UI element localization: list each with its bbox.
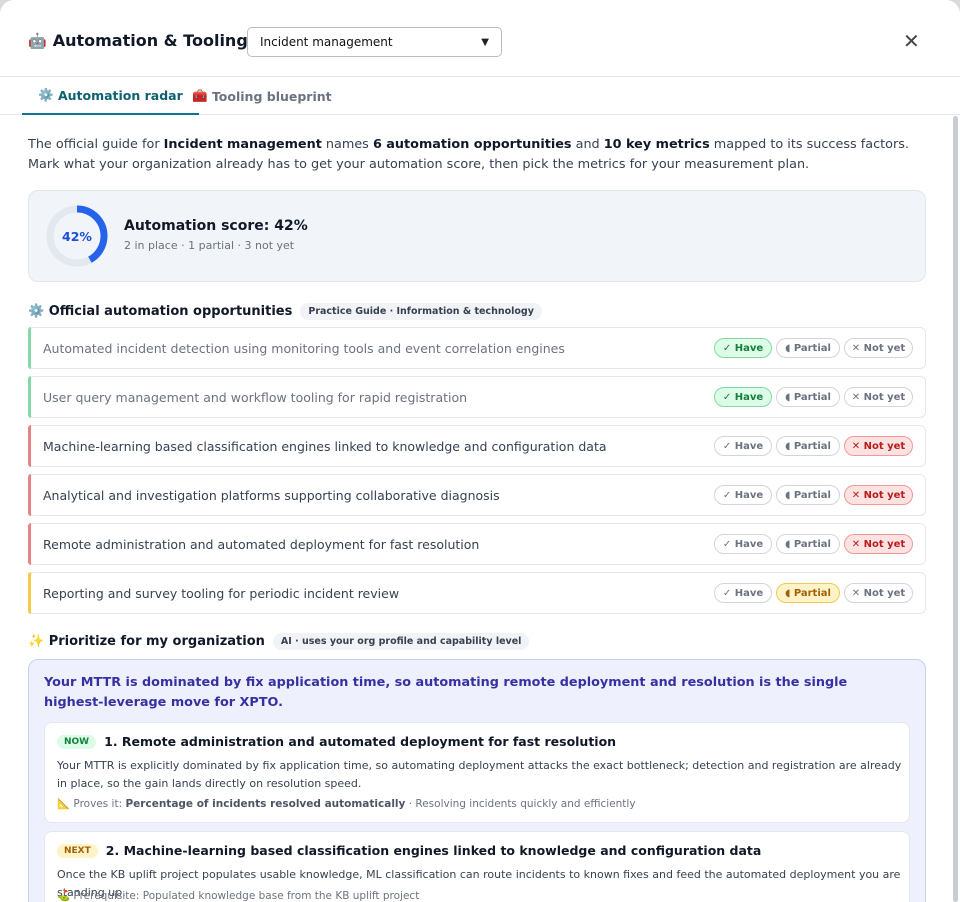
have-button[interactable]: ✓ Have <box>714 436 772 456</box>
have-button[interactable]: ✓ Have <box>714 485 772 505</box>
prioritize-section-header: ✨ Prioritize for my organization AI · us… <box>28 631 926 651</box>
have-button[interactable]: ✓ Have <box>714 338 772 358</box>
tab-label: Tooling blueprint <box>211 88 332 104</box>
modal-title: 🤖 Automation & Tooling <box>28 31 248 50</box>
sparkles-icon: ✨ <box>28 633 45 649</box>
modal-header: 🤖 Automation & Tooling Incident manageme… <box>0 0 960 77</box>
opportunity-row: User query management and workflow tooli… <box>28 376 926 418</box>
tab-label: Automation radar <box>57 87 183 103</box>
score-summary: 2 in place · 1 partial · 3 not yet <box>124 239 295 252</box>
opportunity-label: Automated incident detection using monit… <box>43 340 565 356</box>
flag-icon: ⛳ <box>57 890 71 902</box>
practice-select-value: Incident management <box>260 35 393 49</box>
opportunity-list: Automated incident detection using monit… <box>28 327 926 614</box>
practice-select[interactable]: Incident management ▼ <box>247 27 502 57</box>
recommendation-title: 2. Machine-learning based classification… <box>105 843 762 858</box>
gear-icon: ⚙️ <box>28 303 45 319</box>
not-yet-button[interactable]: ✕ Not yet <box>844 583 913 603</box>
now-badge: NOW <box>57 734 97 749</box>
recommendation-card: NOW 1. Remote administration and automat… <box>44 722 910 823</box>
have-button[interactable]: ✓ Have <box>714 534 772 554</box>
score-title: Automation score: 42% <box>124 218 308 234</box>
score-percent: 42% <box>62 228 92 244</box>
recommendation-card: NEXT 2. Machine-learning based classific… <box>44 831 910 902</box>
close-icon[interactable]: ✕ <box>903 30 920 52</box>
next-badge: NEXT <box>57 843 98 858</box>
opportunity-row: Remote administration and automated depl… <box>28 523 926 565</box>
not-yet-button[interactable]: ✕ Not yet <box>844 534 913 554</box>
opportunity-row: Reporting and survey tooling for periodi… <box>28 572 926 614</box>
opportunity-label: Remote administration and automated depl… <box>43 536 480 552</box>
partial-button[interactable]: ◖ Partial <box>776 485 840 505</box>
not-yet-button[interactable]: ✕ Not yet <box>844 338 913 358</box>
opportunities-section-header: ⚙️ Official automation opportunities Pra… <box>28 301 926 321</box>
recommendation-title: 1. Remote administration and automated d… <box>104 734 617 749</box>
tab-tooling-blueprint[interactable]: 🧰 Tooling blueprint <box>192 77 332 115</box>
source-chip: Practice Guide · Information & technolog… <box>300 302 542 320</box>
partial-button[interactable]: ◖ Partial <box>776 338 840 358</box>
opportunity-label: Analytical and investigation platforms s… <box>43 487 500 503</box>
status-toggle-group: ✓ Have ◖ Partial ✕ Not yet <box>714 583 913 603</box>
triangle-ruler-icon: 📐 <box>57 798 71 810</box>
automation-tooling-modal: 🤖 Automation & Tooling Incident manageme… <box>0 0 960 902</box>
not-yet-button[interactable]: ✕ Not yet <box>844 485 913 505</box>
partial-button[interactable]: ◖ Partial <box>776 436 840 456</box>
status-toggle-group: ✓ Have ◖ Partial ✕ Not yet <box>714 485 913 505</box>
opportunity-label: User query management and workflow tooli… <box>43 389 468 405</box>
partial-button[interactable]: ◖ Partial <box>776 534 840 554</box>
toolbox-icon: 🧰 <box>192 88 208 103</box>
tab-automation-radar[interactable]: ⚙️ Automation radar <box>22 77 199 115</box>
not-yet-button[interactable]: ✕ Not yet <box>844 436 913 456</box>
opportunity-label: Reporting and survey tooling for periodi… <box>43 585 400 601</box>
opportunity-row: Analytical and investigation platforms s… <box>28 474 926 516</box>
opportunity-row: Machine-learning based classification en… <box>28 425 926 467</box>
recommendation-prerequisite: ⛳ Prerequisite: Populated knowledge base… <box>57 890 420 902</box>
section-title: ⚙️ Official automation opportunities <box>28 303 293 319</box>
prioritization-headline: Your MTTR is dominated by fix applicatio… <box>44 675 848 710</box>
partial-button[interactable]: ◖ Partial <box>776 387 840 407</box>
recommendation-proof: 📐 Proves it: Percentage of incidents res… <box>57 798 636 810</box>
status-toggle-group: ✓ Have ◖ Partial ✕ Not yet <box>714 436 913 456</box>
section-title: ✨ Prioritize for my organization <box>28 633 265 649</box>
not-yet-button[interactable]: ✕ Not yet <box>844 387 913 407</box>
automation-score-card: 42% Automation score: 42% 2 in place · 1… <box>28 190 926 282</box>
prioritization-panel: Your MTTR is dominated by fix applicatio… <box>28 659 926 902</box>
status-toggle-group: ✓ Have ◖ Partial ✕ Not yet <box>714 534 913 554</box>
status-toggle-group: ✓ Have ◖ Partial ✕ Not yet <box>714 338 913 358</box>
status-toggle-group: ✓ Have ◖ Partial ✕ Not yet <box>714 387 913 407</box>
opportunity-label: Machine-learning based classification en… <box>43 438 607 454</box>
opportunity-row: Automated incident detection using monit… <box>28 327 926 369</box>
recommendation-body: Your MTTR is explicitly dominated by fix… <box>57 759 902 790</box>
ai-chip: AI · uses your org profile and capabilit… <box>272 632 530 650</box>
have-button[interactable]: ✓ Have <box>714 583 772 603</box>
intro-text: The official guide for Incident manageme… <box>28 137 909 172</box>
scrollbar[interactable] <box>953 116 958 902</box>
partial-button[interactable]: ◖ Partial <box>776 583 840 603</box>
modal-title-text: Automation & Tooling <box>52 31 248 50</box>
chevron-down-icon: ▼ <box>481 36 489 48</box>
robot-icon: 🤖 <box>28 31 47 50</box>
modal-content: The official guide for Incident manageme… <box>28 116 926 902</box>
have-button[interactable]: ✓ Have <box>714 387 772 407</box>
gear-icon: ⚙️ <box>38 87 54 102</box>
tab-bar: ⚙️ Automation radar 🧰 Tooling blueprint <box>0 77 960 115</box>
